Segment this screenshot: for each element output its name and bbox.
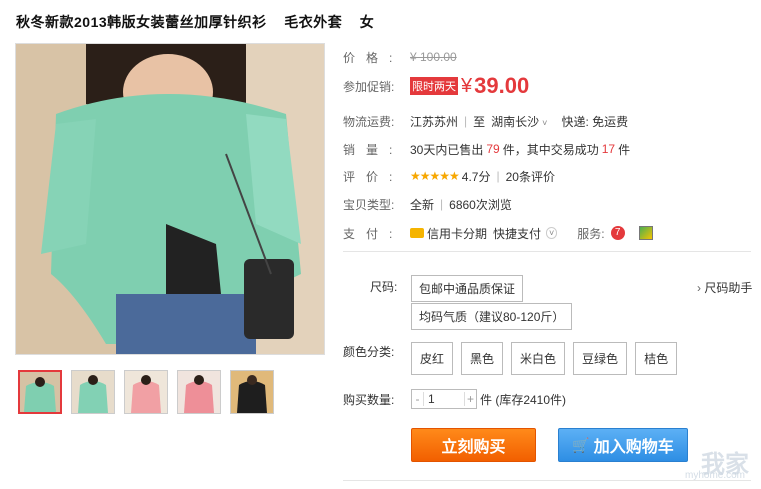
sales-mid: 件，其中交易成功 (502, 142, 599, 157)
quantity-label-wrap: 购买数量: (343, 391, 394, 408)
price-label: 价格: (343, 50, 404, 65)
color-option[interactable]: 桔色 (635, 342, 678, 375)
sold-count: 79 (486, 142, 500, 156)
cart-icon: 🛒 (572, 436, 590, 453)
color-option[interactable]: 米白色 (511, 342, 566, 375)
color-option[interactable]: 豆绿色 (573, 342, 628, 375)
seven-day-return-icon[interactable]: 7 (610, 226, 625, 240)
size-option-2-label: 均码气质（建议80-120斤） (411, 303, 573, 330)
color-label: 颜色分类: (343, 345, 395, 359)
guarantee-icon[interactable] (638, 226, 653, 240)
size-label-wrap: 尺码: (370, 276, 397, 296)
original-price: ¥ 100.00 (410, 50, 457, 64)
size-helper-label: 尺码助手 (704, 281, 753, 295)
ship-to-city: 湖南长沙 (491, 114, 540, 129)
payment-label: 支付: (343, 226, 404, 241)
shipping-label: 物流运费: (343, 114, 395, 129)
service-label: 服务: (577, 226, 605, 241)
rating-score: 4.7分 (461, 169, 491, 184)
chevron-down-icon[interactable]: ˅ (546, 227, 558, 239)
sales-label: 销量: (343, 142, 404, 157)
shipping-row: 物流运费: 江苏苏州 | 至 湖南长沙 ˅ 快递: 免运费 (343, 113, 629, 130)
express-fee: 快递: 免运费 (561, 114, 629, 129)
quantity-decrement-button[interactable]: - (412, 392, 424, 406)
thumbnail-2[interactable] (71, 370, 115, 414)
type-row: 宝贝类型: 全新 | 6860次浏览 (343, 197, 512, 212)
size-option-1-label: 包邮中通品质保证 (411, 275, 524, 302)
watermark-url: myhome.com (684, 470, 745, 481)
product-title: 秋冬新款2013韩版女装蕾丝加厚针织衫 毛衣外套 女 (16, 14, 375, 30)
chevron-right-icon: › (697, 281, 701, 295)
promo-tag-badge: 限时两天 (410, 77, 458, 95)
rating-label: 评价: (343, 169, 404, 184)
thumbnail-strip (18, 370, 274, 414)
payment-row: 支付: 信用卡分期 快捷支付 ˅ 服务: 7 (343, 223, 653, 243)
star-rating-icon: ★★★★★ (410, 169, 460, 183)
add-to-cart-label: 加入购物车 (593, 439, 674, 456)
quantity-label: 购买数量: (343, 393, 395, 407)
thumbnail-4[interactable] (177, 370, 221, 414)
color-label-wrap: 颜色分类: (343, 343, 394, 360)
price-row: 价格: ¥ 100.00 (343, 47, 457, 67)
size-option-2[interactable]: 均码气质（建议80-120斤） (411, 303, 573, 330)
add-to-cart-button[interactable]: 🛒 加入购物车 (558, 428, 688, 462)
size-label: 尺码: (370, 279, 398, 294)
ship-to-separator: 至 (473, 114, 486, 129)
rating-row: 评价: ★★★★★ 4.7分 | 20条评价 (343, 168, 555, 185)
sales-suffix: 件 (618, 142, 631, 157)
thumbnail-1[interactable] (18, 370, 62, 414)
quick-pay[interactable]: 快捷支付 (493, 225, 541, 242)
color-options: 皮红 黑色 米白色 豆绿色 桔色 (411, 342, 678, 375)
type-label: 宝贝类型: (343, 197, 395, 212)
currency-symbol: ¥ (461, 74, 473, 97)
ship-from: 江苏苏州 (410, 114, 459, 129)
thumbnail-5[interactable] (230, 370, 274, 414)
stock-info: 件 (库存2410件) (480, 392, 567, 407)
item-condition: 全新 (410, 197, 435, 212)
chevron-down-icon: ˅ (542, 117, 548, 128)
divider (343, 251, 751, 252)
buy-now-label: 立刻购买 (441, 439, 506, 456)
promo-price-row: 参加促销: 限时两天 ¥ 39.00 (343, 73, 529, 99)
buy-now-button[interactable]: 立刻购买 (411, 428, 536, 462)
credit-installment[interactable]: 信用卡分期 (427, 225, 487, 242)
main-product-image[interactable] (15, 43, 325, 355)
current-price: 39.00 (474, 73, 530, 98)
credit-card-icon (410, 228, 424, 238)
sales-prefix: 30天内已售出 (410, 142, 484, 157)
size-helper-link[interactable]: › 尺码助手 (697, 279, 752, 296)
size-option-1[interactable]: 包邮中通品质保证 (411, 275, 524, 302)
color-option[interactable]: 黑色 (461, 342, 504, 375)
review-count-link[interactable]: 20条评价 (506, 168, 555, 185)
view-count: 6860次浏览 (449, 197, 512, 212)
sales-row: 销量: 30天内已售出 79 件，其中交易成功 17 件 (343, 139, 630, 159)
ship-to-selector[interactable]: 湖南长沙 ˅ (491, 113, 547, 130)
promo-price-label: 参加促销: (343, 79, 395, 94)
product-photo (16, 44, 324, 354)
quantity-increment-button[interactable]: + (464, 392, 476, 406)
quantity-input[interactable]: 1 (424, 392, 464, 406)
color-option[interactable]: 皮红 (411, 342, 454, 375)
quantity-stepper: - 1 + 件 (库存2410件) (411, 389, 566, 409)
thumbnail-3[interactable] (124, 370, 168, 414)
success-count: 17 (601, 142, 616, 156)
